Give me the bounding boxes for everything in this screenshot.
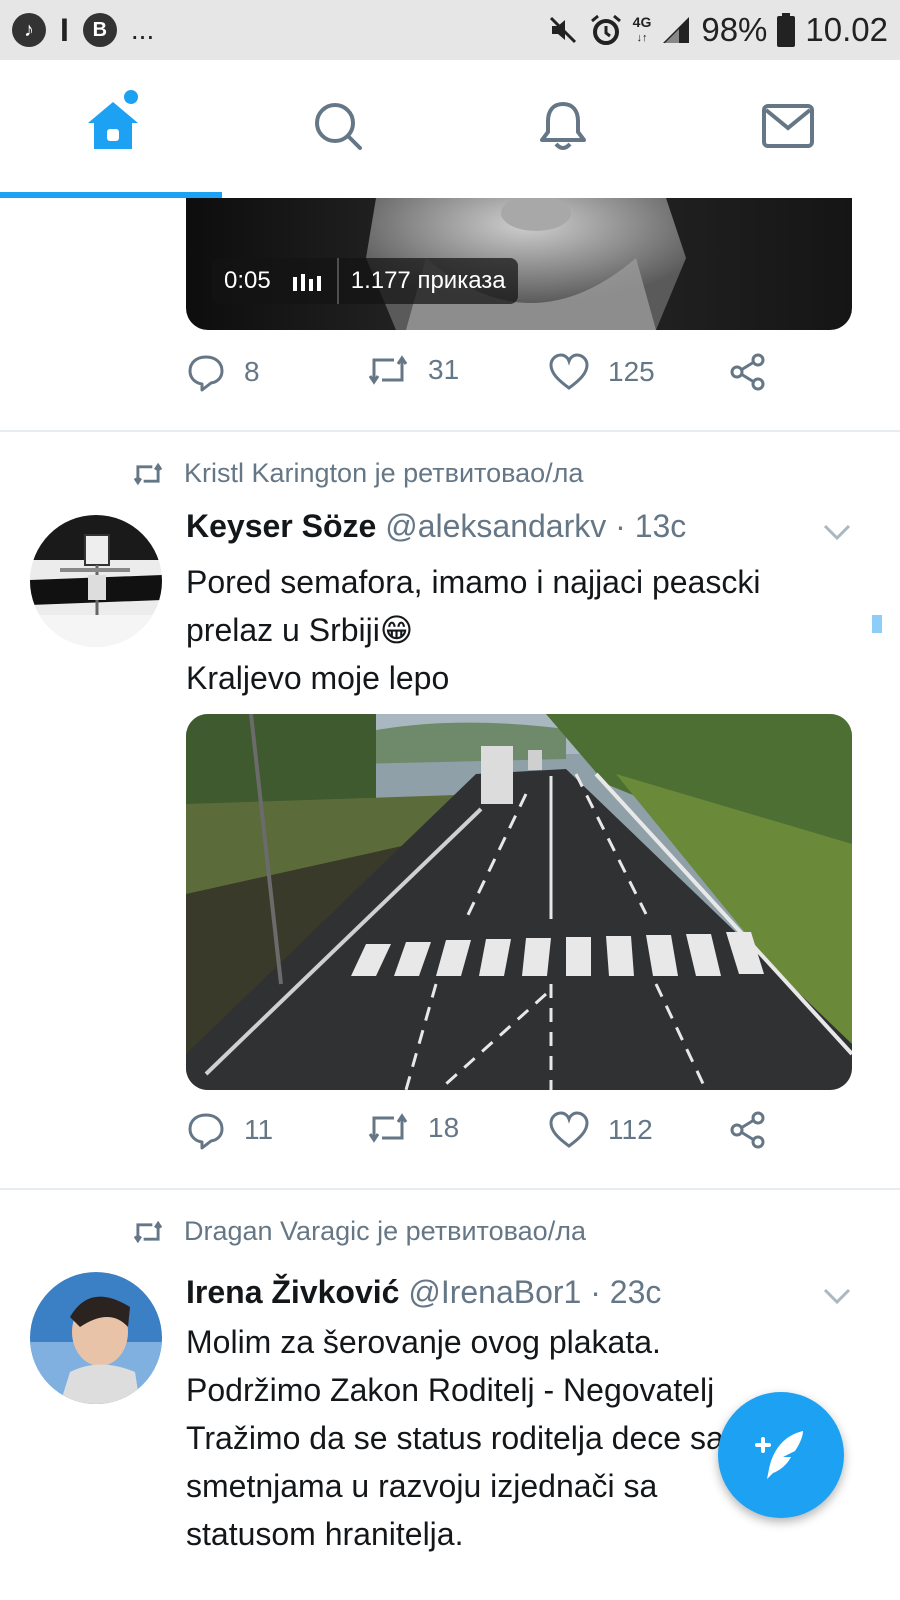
retweet-small-icon xyxy=(133,1220,163,1243)
status-bar: ♪ I B ... 4G ↓↑ 98% 10.02 xyxy=(0,0,900,60)
tweet-time: · 23с xyxy=(590,1274,662,1310)
share-button[interactable] xyxy=(728,1110,768,1150)
mute-icon xyxy=(549,16,576,44)
tweet-text-line: Kraljevo moje lepo xyxy=(186,660,450,696)
mail-icon xyxy=(761,104,814,148)
retweet-context: Dragan Varagic je ретвитовао/ла xyxy=(132,1216,586,1247)
author-name[interactable]: Irena Živković xyxy=(186,1274,399,1310)
retweet-count: 31 xyxy=(428,354,460,385)
avatar-image xyxy=(30,515,162,647)
status-left-icons: ♪ I B ... xyxy=(12,10,154,50)
retweet-icon xyxy=(368,1113,408,1143)
reply-button[interactable]: 11 xyxy=(186,1110,273,1150)
tweet-time: · 13с xyxy=(615,508,687,544)
tweet-actions: 11 18 112 xyxy=(186,1110,806,1170)
bell-icon xyxy=(539,102,586,150)
i-notification-icon: I xyxy=(60,11,69,48)
battery-percent: 98% xyxy=(701,11,768,48)
heart-icon xyxy=(549,353,589,390)
reply-icon xyxy=(188,1113,224,1150)
reply-count: 11 xyxy=(244,1114,274,1145)
reply-count: 8 xyxy=(244,356,260,387)
retweet-count: 18 xyxy=(428,1112,460,1143)
search-icon xyxy=(314,103,362,150)
video-duration: 0:05 xyxy=(212,258,283,304)
tweet-text-line: Molim za šerovanje ovog plakata. xyxy=(186,1324,661,1360)
reply-button[interactable]: 8 xyxy=(186,352,260,392)
road-crosswalk-image xyxy=(186,714,852,1090)
home-icon xyxy=(87,102,138,149)
tweet-actions: 8 31 125 xyxy=(186,352,806,412)
tweet-header: Keyser Söze @aleksandarkv · 13с xyxy=(186,508,686,545)
tweet-text-line: prelaz u Srbiji😁 xyxy=(186,612,414,648)
like-button[interactable]: 112 xyxy=(548,1110,653,1150)
video-info-overlay: 0:05 1.177 приказа xyxy=(212,258,518,304)
video-view-count: 1.177 приказа xyxy=(336,258,518,304)
scrollbar-thumb[interactable] xyxy=(872,615,882,633)
share-button[interactable] xyxy=(728,352,768,392)
tweet-divider xyxy=(0,1188,900,1190)
battery-icon xyxy=(777,13,796,47)
like-count: 112 xyxy=(608,1114,653,1145)
network-type-label: 4G ↓↑ xyxy=(632,14,652,44)
signal-icon xyxy=(663,17,690,43)
status-right-icons: 4G ↓↑ 98% 10.02 xyxy=(547,10,888,50)
volume-bars-icon xyxy=(282,258,337,304)
share-icon xyxy=(730,1111,765,1149)
like-button[interactable]: 125 xyxy=(548,352,655,392)
app-notification-icon: ♪ xyxy=(12,13,46,47)
top-tab-bar xyxy=(0,60,900,198)
alarm-icon xyxy=(590,14,621,45)
author-handle[interactable]: @aleksandarkv xyxy=(385,508,606,544)
like-count: 125 xyxy=(608,356,655,387)
chevron-down-icon[interactable] xyxy=(822,522,852,542)
chevron-down-icon[interactable] xyxy=(822,1286,852,1306)
retweet-button[interactable]: 31 xyxy=(366,352,459,388)
tab-messages[interactable] xyxy=(675,60,900,192)
grinning-emoji-icon: 😁 xyxy=(379,612,414,648)
tweet-text-line: Pored semafora, imamo i najjaci peascki xyxy=(186,564,761,600)
author-handle[interactable]: @IrenaBor1 xyxy=(408,1274,581,1310)
retweet-small-icon xyxy=(133,462,163,485)
b-notification-icon: B xyxy=(82,13,117,47)
avatar[interactable] xyxy=(30,515,162,647)
retweet-icon xyxy=(368,355,408,385)
home-new-tweets-badge xyxy=(124,90,138,104)
tab-search[interactable] xyxy=(225,60,450,192)
compose-tweet-button[interactable] xyxy=(718,1392,844,1518)
avatar-image xyxy=(30,1272,162,1404)
retweet-context: Kristl Karington je ретвитовао/ла xyxy=(132,458,583,489)
tweet-text-line: statusom hranitelja. xyxy=(186,1516,464,1552)
tweet-divider xyxy=(0,430,900,432)
tweet-text: Pored semafora, imamo i najjaci peascki … xyxy=(186,558,866,702)
tweet-photo[interactable] xyxy=(186,714,852,1090)
share-icon xyxy=(730,353,765,391)
reply-icon xyxy=(188,355,224,392)
author-name[interactable]: Keyser Söze xyxy=(186,508,376,544)
retweeted-by-text: Dragan Varagic je ретвитовао/ла xyxy=(184,1216,586,1246)
clock: 10.02 xyxy=(805,11,888,48)
retweet-button[interactable]: 18 xyxy=(366,1110,459,1146)
more-notifications-icon: ... xyxy=(130,14,155,45)
tab-notifications[interactable] xyxy=(450,60,675,192)
retweeted-by-text: Kristl Karington je ретвитовао/ла xyxy=(184,458,584,488)
avatar[interactable] xyxy=(30,1272,162,1404)
tab-home[interactable] xyxy=(0,60,225,192)
tweet-header: Irena Živković @IrenaBor1 · 23с xyxy=(186,1274,661,1311)
heart-icon xyxy=(549,1111,589,1148)
compose-feather-icon xyxy=(755,1431,803,1479)
